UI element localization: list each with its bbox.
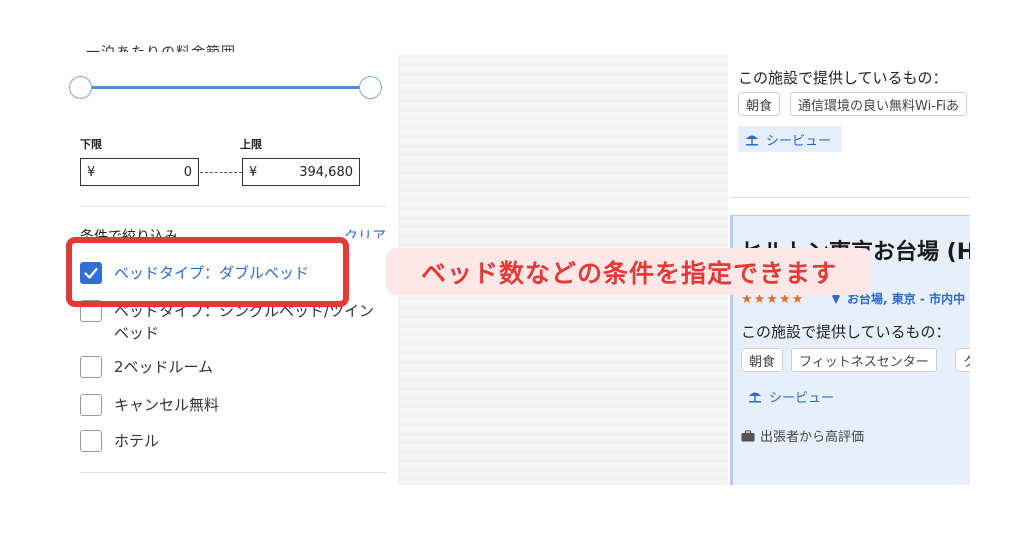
feature-label: シービュー [769, 390, 835, 406]
currency-symbol: ¥ [87, 164, 96, 180]
business-badge: 出張者から高評価 [741, 426, 864, 445]
beach-umbrella-icon [749, 392, 761, 403]
clear-filters-link[interactable]: クリア [344, 226, 386, 238]
checkbox[interactable] [80, 430, 102, 452]
highlight-box [66, 237, 349, 307]
feature-badge: シービュー [738, 126, 842, 152]
filter-option-2-bedroom[interactable]: 2ベッドルーム [80, 356, 213, 378]
amenity-tag: 朝食 [741, 348, 784, 372]
amenity-tag: 通信環境の良い無料Wi-Fiあ [790, 92, 968, 116]
max-price-label: 上限 [240, 138, 262, 151]
price-slider-max-handle[interactable] [359, 76, 382, 99]
cropped-heading: 一泊あたりの料金範囲 [86, 42, 236, 52]
max-price-value: 394,680 [299, 164, 353, 180]
callout-annotation: ベッド数などの条件を指定できます [386, 248, 872, 295]
briefcase-icon [741, 429, 755, 441]
price-slider-track[interactable] [80, 86, 371, 89]
amenity-tag: 朝食 [738, 92, 781, 116]
checkbox[interactable] [80, 394, 102, 416]
filter-option-label: ホテル [114, 432, 160, 450]
filter-option-label: キャンセル無料 [114, 396, 220, 414]
business-badge-label: 出張者から高評価 [760, 430, 865, 445]
filter-option-free-cancellation[interactable]: キャンセル無料 [80, 394, 219, 416]
price-slider-min-handle[interactable] [69, 76, 92, 99]
min-price-label: 下限 [80, 138, 102, 151]
divider [730, 197, 970, 198]
currency-symbol: ¥ [249, 164, 258, 180]
amenities-heading: この施設で提供しているもの： [738, 69, 948, 87]
feature-label: シービュー [766, 133, 832, 149]
min-price-field[interactable]: ¥ 0 [80, 158, 199, 186]
divider [80, 472, 386, 473]
beach-umbrella-icon [746, 135, 758, 146]
amenity-tag: フィットネスセンター [791, 348, 937, 372]
checkbox[interactable] [80, 356, 102, 378]
filter-option-label: 2ベッドルーム [114, 358, 214, 376]
divider [80, 206, 386, 207]
feature-badge: シービュー [741, 383, 844, 409]
min-price-value: 0 [183, 164, 192, 180]
range-separator [200, 172, 242, 173]
filter-option-hotel[interactable]: ホテル [80, 430, 159, 452]
amenity-tag: ク [955, 348, 970, 372]
max-price-field[interactable]: ¥ 394,680 [242, 158, 360, 186]
amenities-heading: この施設で提供しているもの： [741, 323, 951, 341]
